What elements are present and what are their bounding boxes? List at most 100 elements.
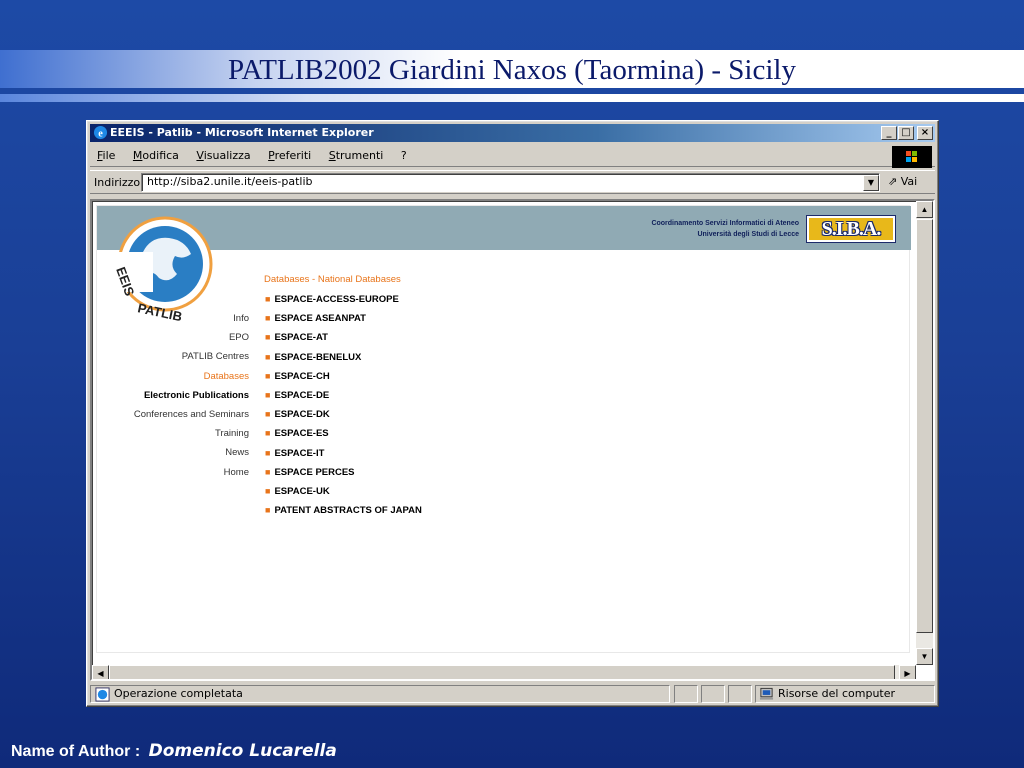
minimize-button[interactable]: _ [881,126,897,140]
database-label: ESPACE-BENELUX [274,351,362,363]
title-underline [0,94,1024,102]
bullet-icon: ■ [265,447,271,458]
go-arrow-icon: ⇗ [888,175,898,188]
database-label: ESPACE ASEANPAT [274,313,366,325]
address-dropdown-arrow-icon[interactable]: ▼ [863,175,879,191]
database-label: ESPACE-CH [274,370,330,382]
go-button[interactable]: ⇗ Vai [888,175,917,188]
page-done-icon [95,687,110,702]
database-link[interactable]: ■ PATENT ABSTRACTS OF JAPAN [265,503,422,522]
database-link[interactable]: ■ ESPACE-IT [265,446,422,465]
eeis-patlib-globe-logo[interactable]: EEIS PATLIB [103,214,229,326]
bullet-icon: ■ [265,505,271,516]
status-panel [728,685,752,703]
database-label: ESPACE-ACCESS-EUROPE [274,294,399,305]
browser-titlebar[interactable]: e EEEIS - Patlib - Microsoft Internet Ex… [90,124,935,142]
maximize-button[interactable]: □ [898,126,914,140]
go-label: Vai [900,175,918,188]
database-link[interactable]: ■ ESPACE-AT [265,330,422,349]
database-label: PATENT ABSTRACTS OF JAPAN [274,505,422,517]
database-label: ESPACE-AT [274,332,328,344]
nav-item-news[interactable]: News [97,446,249,465]
address-input[interactable]: http://siba2.unile.it/eeis-patlib [141,173,880,192]
status-panel [674,685,698,703]
menu-modifica[interactable]: Modifica [126,145,186,167]
windows-flag-icon [892,146,932,168]
bullet-icon: ■ [265,294,271,304]
bullet-icon: ■ [265,389,271,400]
close-button[interactable]: × [917,126,933,140]
zone-text: Risorse del computer [778,687,896,700]
horizontal-scroll-thumb[interactable] [109,665,895,679]
window-title: EEEIS - Patlib - Microsoft Internet Expl… [110,126,374,139]
side-navigation: Info EPO PATLIB Centres Databases Electr… [97,312,249,485]
author-label: Name of Author : [11,743,141,760]
address-url: http://siba2.unile.it/eeis-patlib [147,175,313,188]
database-link[interactable]: ■ ESPACE-DK [265,407,422,426]
header-line-1: Coordinamento Servizi Informatici di Ate… [651,220,799,227]
menu-bar: File Modifica Visualizza Preferiti Strum… [90,145,935,167]
section-title: Databases - National Databases [264,274,401,285]
database-link[interactable]: ■ ESPACE-ES [265,426,422,445]
database-link[interactable]: ■ ESPACE-ACCESS-EUROPE [265,292,422,311]
ie-app-icon: e [93,125,108,139]
university-caption: Coordinamento Servizi Informatici di Ate… [651,218,799,240]
siba-logo[interactable]: S.I.B.A. [806,215,896,243]
nav-item-databases[interactable]: Databases [97,370,249,389]
nav-item-home[interactable]: Home [97,466,249,485]
bullet-icon: ■ [265,313,271,324]
menu-strumenti[interactable]: Strumenti [322,145,391,167]
database-label: ESPACE-UK [274,485,330,497]
bullet-icon: ■ [265,485,271,496]
database-link[interactable]: ■ ESPACE ASEANPAT [265,311,422,330]
nav-item-info[interactable]: Info [97,312,249,331]
svg-text:e: e [98,128,103,139]
bullet-icon: ■ [265,428,271,439]
author-name: Domenico Lucarella [148,741,337,761]
nav-item-training[interactable]: Training [97,427,249,446]
nav-item-epo[interactable]: EPO [97,331,249,350]
bullet-icon: ■ [265,332,271,343]
slide-title: PATLIB2002 Giardini Naxos (Taormina) - S… [228,54,796,86]
status-bar: Operazione completata Risorse del comput… [90,683,935,704]
nav-item-patlib-centres[interactable]: PATLIB Centres [97,350,249,369]
scroll-right-arrow-icon[interactable]: ▶ [899,665,916,679]
menu-help[interactable]: ? [394,145,414,167]
bullet-icon: ■ [265,409,271,420]
database-link[interactable]: ■ ESPACE-UK [265,484,422,503]
header-line-2: Università degli Studi di Lecce [697,231,799,238]
database-label: ESPACE-DK [274,409,330,421]
vertical-scrollbar[interactable]: ▲ ▼ [916,201,933,665]
address-bar: Indirizzo http://siba2.unile.it/eeis-pat… [90,170,935,194]
database-link[interactable]: ■ ESPACE PERCES [265,465,422,484]
menu-visualizza[interactable]: Visualizza [189,145,257,167]
scroll-up-arrow-icon[interactable]: ▲ [916,201,933,218]
bullet-icon: ■ [265,466,271,477]
bullet-icon: ■ [265,351,271,362]
scroll-down-arrow-icon[interactable]: ▼ [916,648,933,665]
database-link[interactable]: ■ ESPACE-BENELUX [265,350,422,369]
database-link[interactable]: ■ ESPACE-DE [265,388,422,407]
browser-viewport: Coordinamento Servizi Informatici di Ate… [90,199,935,681]
status-text: Operazione completata [114,687,243,700]
database-label: ESPACE-DE [274,389,330,401]
nav-item-electronic-publications[interactable]: Electronic Publications [97,389,249,408]
database-link[interactable]: ■ ESPACE-CH [265,369,422,388]
horizontal-scrollbar[interactable]: ◀ ▶ [92,665,916,679]
database-list: ■ ESPACE-ACCESS-EUROPE ■ ESPACE ASEANPAT ■… [265,292,422,522]
author-credit: Name of Author : Domenico Lucarella [11,741,337,761]
nav-item-conferences[interactable]: Conferences and Seminars [97,408,249,427]
database-label: ESPACE-IT [274,447,325,459]
browser-window: e EEEIS - Patlib - Microsoft Internet Ex… [86,120,939,707]
vertical-scroll-thumb[interactable] [916,219,933,633]
address-label: Indirizzo [94,176,141,189]
status-panel [701,685,725,703]
scroll-left-arrow-icon[interactable]: ◀ [92,665,109,679]
menu-file[interactable]: File [90,145,122,167]
web-page: Coordinamento Servizi Informatici di Ate… [96,205,911,653]
bullet-icon: ■ [265,370,271,381]
menu-preferiti[interactable]: Preferiti [261,145,318,167]
database-label: ESPACE-ES [274,428,329,440]
computer-icon [759,687,774,700]
database-label: ESPACE PERCES [274,466,355,478]
